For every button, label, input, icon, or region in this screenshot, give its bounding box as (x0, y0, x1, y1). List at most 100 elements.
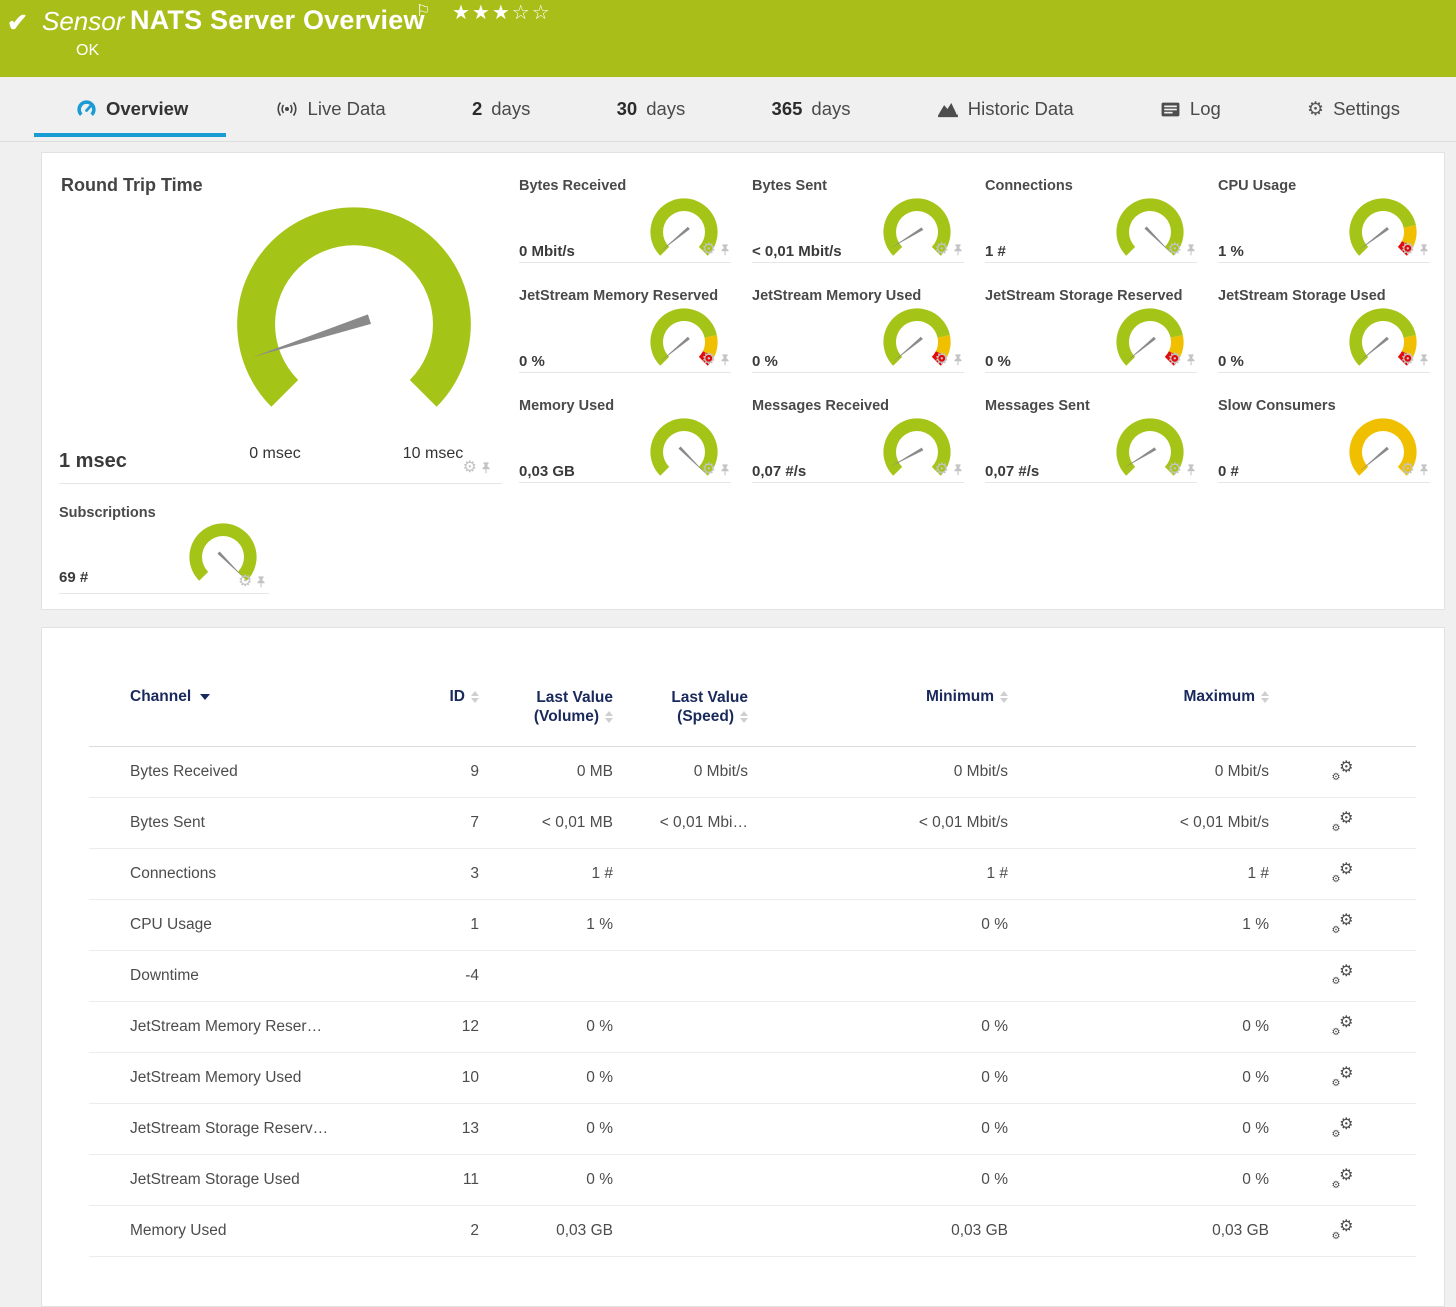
column-header-last-speed[interactable]: Last Value(Speed) (613, 680, 748, 747)
small-gauge-grid: Bytes Received 0 Mbit/s ⚙ Bytes Sent < 0… (512, 153, 1444, 609)
tab-number: 365 (772, 98, 803, 120)
gear-icon[interactable]: ⚙ (1168, 353, 1182, 367)
gear-icon[interactable]: ⚙ (1168, 463, 1182, 477)
sort-icon[interactable] (471, 691, 479, 703)
channel-settings-gears-icon[interactable]: ⚙⚙ (1332, 964, 1354, 984)
cell-last-volume: 0 MB (479, 747, 613, 798)
cell-minimum (748, 951, 1008, 1002)
cell-id: 10 (379, 1053, 479, 1104)
table-row: Bytes Received 9 0 MB 0 Mbit/s 0 Mbit/s … (89, 747, 1416, 798)
gauge-card: JetStream Storage Reserved 0 % ⚙ (978, 263, 1211, 373)
gear-icon[interactable]: ⚙ (935, 353, 949, 367)
cell-channel: Bytes Received (89, 747, 379, 798)
gauge-actions: ⚙ (935, 353, 964, 367)
sort-icon[interactable] (1000, 691, 1008, 703)
tab-365-days[interactable]: 365 days (772, 98, 851, 120)
flag-icon[interactable]: ⚐ (416, 1, 430, 21)
gauge-value: 0 % (752, 353, 778, 370)
gear-icon[interactable]: ⚙ (702, 353, 716, 367)
channel-settings-gears-icon[interactable]: ⚙⚙ (1332, 811, 1354, 831)
gear-icon[interactable]: ⚙ (935, 463, 949, 477)
tab-30-days[interactable]: 30 days (617, 98, 686, 120)
gauge-title: Bytes Received (519, 178, 626, 194)
tab-live-data[interactable]: Live Data (275, 98, 386, 120)
table-row: CPU Usage 1 1 % 0 % 1 % ⚙⚙ (89, 900, 1416, 951)
gauge-actions: ⚙ (935, 243, 964, 257)
tab-settings[interactable]: ⚙ Settings (1307, 98, 1400, 121)
channel-settings-gears-icon[interactable]: ⚙⚙ (1332, 1066, 1354, 1086)
pin-icon[interactable] (480, 461, 492, 475)
gauge-value: 0 % (985, 353, 1011, 370)
gauge-card: JetStream Storage Used 0 % ⚙ (1211, 263, 1444, 373)
gauge-card: Memory Used 0,03 GB ⚙ (512, 373, 745, 483)
sort-icon[interactable] (605, 711, 613, 723)
gear-icon[interactable]: ⚙ (463, 461, 477, 475)
gear-icon[interactable]: ⚙ (1168, 243, 1182, 257)
gear-icon[interactable]: ⚙ (1401, 353, 1415, 367)
cell-last-volume (479, 951, 613, 1002)
divider (519, 482, 731, 483)
gear-icon: ⚙ (1307, 98, 1324, 121)
tab-number: 2 (472, 98, 482, 120)
column-header-maximum[interactable]: Maximum (1008, 680, 1269, 747)
gauge-actions: ⚙ (1168, 243, 1197, 257)
gear-icon[interactable]: ⚙ (1401, 463, 1415, 477)
gauge-value: 0,07 #/s (985, 463, 1039, 480)
pin-icon[interactable] (1418, 463, 1430, 477)
gauge-value: 0,07 #/s (752, 463, 806, 480)
gear-icon[interactable]: ⚙ (935, 243, 949, 257)
tab-log[interactable]: Log (1160, 98, 1221, 120)
cell-id: 13 (379, 1104, 479, 1155)
table-row: Bytes Sent 7 < 0,01 MB < 0,01 Mbi… < 0,0… (89, 798, 1416, 849)
sort-icon[interactable] (1261, 691, 1269, 703)
area-chart-icon (937, 99, 959, 119)
gauge-actions: ⚙ (463, 461, 492, 475)
cell-maximum: 0 % (1008, 1002, 1269, 1053)
channel-settings-gears-icon[interactable]: ⚙⚙ (1332, 760, 1354, 780)
pin-icon[interactable] (1185, 463, 1197, 477)
gear-icon[interactable]: ⚙ (238, 575, 252, 589)
pin-icon[interactable] (719, 243, 731, 257)
column-header-last-volume[interactable]: Last Value(Volume) (479, 680, 613, 747)
pin-icon[interactable] (1185, 353, 1197, 367)
pin-icon[interactable] (1418, 353, 1430, 367)
gauge-title: CPU Usage (1218, 178, 1296, 194)
pin-icon[interactable] (255, 575, 267, 589)
pin-icon[interactable] (719, 353, 731, 367)
sort-icon[interactable] (740, 711, 748, 723)
tab-2-days[interactable]: 2 days (472, 98, 530, 120)
column-header-id[interactable]: ID (379, 680, 479, 747)
sort-caret-icon[interactable] (200, 694, 210, 700)
gauge-actions: ⚙ (1168, 463, 1197, 477)
gear-icon[interactable]: ⚙ (702, 243, 716, 257)
tab-historic-data[interactable]: Historic Data (937, 98, 1074, 120)
pin-icon[interactable] (1185, 243, 1197, 257)
priority-stars[interactable]: ★★★☆☆ (452, 0, 552, 25)
channel-settings-gears-icon[interactable]: ⚙⚙ (1332, 862, 1354, 882)
channel-settings-gears-icon[interactable]: ⚙⚙ (1332, 1117, 1354, 1137)
tab-overview[interactable]: Overview (76, 98, 188, 120)
cell-maximum: 0 % (1008, 1155, 1269, 1206)
pin-icon[interactable] (952, 243, 964, 257)
gauge-value: 0 % (1218, 353, 1244, 370)
gear-icon[interactable]: ⚙ (702, 463, 716, 477)
pin-icon[interactable] (952, 463, 964, 477)
gauge-value: 0 Mbit/s (519, 243, 575, 260)
column-header-minimum[interactable]: Minimum (748, 680, 1008, 747)
channel-settings-gears-icon[interactable]: ⚙⚙ (1332, 1168, 1354, 1188)
tab-label: Settings (1333, 98, 1400, 120)
pin-icon[interactable] (719, 463, 731, 477)
gear-icon[interactable]: ⚙ (1401, 243, 1415, 257)
pin-icon[interactable] (1418, 243, 1430, 257)
channel-settings-gears-icon[interactable]: ⚙⚙ (1332, 1015, 1354, 1035)
cell-id: 1 (379, 900, 479, 951)
prtg-sensor-page: { "colors": { "header_green": "#a9be18",… (0, 0, 1456, 1262)
channel-settings-gears-icon[interactable]: ⚙⚙ (1332, 1219, 1354, 1239)
pin-icon[interactable] (952, 353, 964, 367)
gauge-card: JetStream Memory Reserved 0 % ⚙ (512, 263, 745, 373)
channel-settings-gears-icon[interactable]: ⚙⚙ (1332, 913, 1354, 933)
column-header-channel[interactable]: Channel (89, 680, 379, 747)
divider (59, 483, 502, 484)
cell-last-speed (613, 1104, 748, 1155)
cell-minimum: 0 % (748, 900, 1008, 951)
